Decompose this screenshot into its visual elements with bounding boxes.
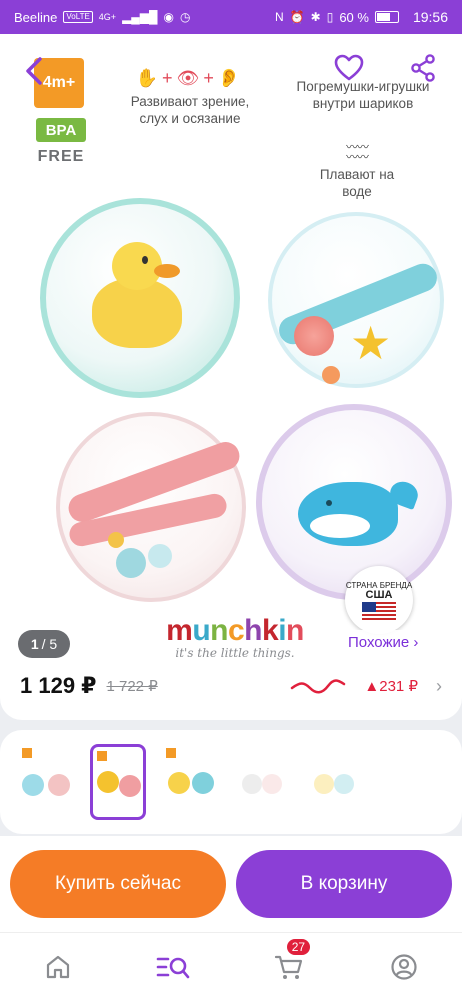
bottom-tab-bar: 27: [0, 932, 462, 1000]
tab-home[interactable]: [38, 947, 78, 987]
brand-country-badge: СТРАНА БРЕНДА США: [345, 566, 413, 634]
thumbnail-3[interactable]: [162, 744, 218, 820]
eye-icon: ◉: [163, 10, 175, 24]
clock-time: 19:56: [412, 9, 448, 25]
chevron-right-icon: ›: [436, 675, 442, 696]
waves-icon: 〰〰 〰〰: [345, 140, 369, 164]
duck-ball-image: [40, 198, 240, 398]
clock-icon: ◷: [180, 10, 191, 24]
gallery-pager: 1 / 5: [18, 630, 70, 658]
price-change: ▲231 ₽: [364, 678, 418, 695]
back-arrow-icon[interactable]: [22, 56, 46, 86]
thumbnail-1[interactable]: [18, 744, 74, 820]
profile-icon: [391, 953, 417, 980]
volte-indicator: VoLTE: [63, 11, 93, 23]
bluetooth-icon: ✱: [310, 10, 321, 24]
carrier-name: Beeline: [14, 9, 58, 25]
cart-count-badge: 27: [286, 938, 311, 955]
senses-icon: ✋+👁+👂: [135, 68, 245, 88]
tab-catalog[interactable]: [153, 947, 193, 987]
feature-senses: ✋+👁+👂 Развивают зрение, слух и осязание: [120, 68, 260, 127]
add-to-cart-button[interactable]: В корзину: [236, 850, 452, 918]
feature-senses-text: Развивают зрение, слух и осязание: [130, 94, 250, 126]
brand-logo: munchkin it's the little things.: [150, 614, 320, 660]
thumbnail-4[interactable]: [234, 744, 290, 820]
status-bar: Beeline VoLTE 4G+ ▂▄▆█ ◉ ◷ N ⏰ ✱ ▯ 60 % …: [0, 0, 462, 34]
beads-ball-image: [56, 412, 246, 602]
current-price: 1 129 ₽: [20, 673, 97, 698]
free-badge: FREE: [37, 148, 85, 165]
tab-cart[interactable]: 27: [269, 938, 311, 987]
thumbnail-5[interactable]: [306, 744, 362, 820]
brand-name: munchkin: [166, 614, 304, 647]
feature-rattle: Погремушки-игрушки внутри шариков: [296, 79, 430, 111]
feature-float-text: Плавают на воде: [319, 167, 395, 199]
similar-products-link[interactable]: Похожие ›: [340, 630, 427, 658]
vibrate-icon: ▯: [326, 10, 334, 24]
catalog-search-icon: [156, 957, 190, 978]
price-row[interactable]: 1 129 ₽ 1 722 ₽ ▲231 ₽ ›: [0, 664, 462, 708]
buy-now-button[interactable]: Купить сейчас: [10, 850, 226, 918]
feature-float: 〰〰 〰〰 Плавают на воде: [310, 140, 404, 200]
tab-profile[interactable]: [384, 947, 424, 987]
network-type: 4G+: [98, 11, 117, 22]
cart-icon: [274, 955, 302, 979]
shell-ball-image: ★: [268, 212, 444, 388]
whale-ball-image: [256, 404, 452, 600]
signal-icon: ▂▄▆█: [122, 10, 158, 24]
country-name: США: [365, 588, 393, 601]
brand-tagline: it's the little things.: [175, 646, 295, 660]
gallery-thumbnails: [0, 730, 462, 834]
alarm-icon: ⏰: [289, 10, 305, 24]
usa-flag-icon: [362, 601, 396, 620]
action-bar: Купить сейчас В корзину: [0, 836, 462, 932]
product-card: 4m+ BPA FREE ✋+👁+👂 Развивают зрение, слу…: [0, 34, 462, 720]
price-trend-icon: [291, 679, 346, 694]
gallery-current: 1: [30, 636, 39, 652]
bpa-badge: BPA: [36, 118, 86, 142]
thumbnail-2[interactable]: [90, 744, 146, 820]
battery-icon: [374, 11, 399, 23]
battery-percent: 60 %: [339, 9, 369, 25]
old-price: 1 722 ₽: [106, 678, 158, 695]
nfc-icon: N: [275, 10, 284, 24]
home-icon: [46, 955, 69, 978]
gallery-total: / 5: [41, 636, 58, 652]
